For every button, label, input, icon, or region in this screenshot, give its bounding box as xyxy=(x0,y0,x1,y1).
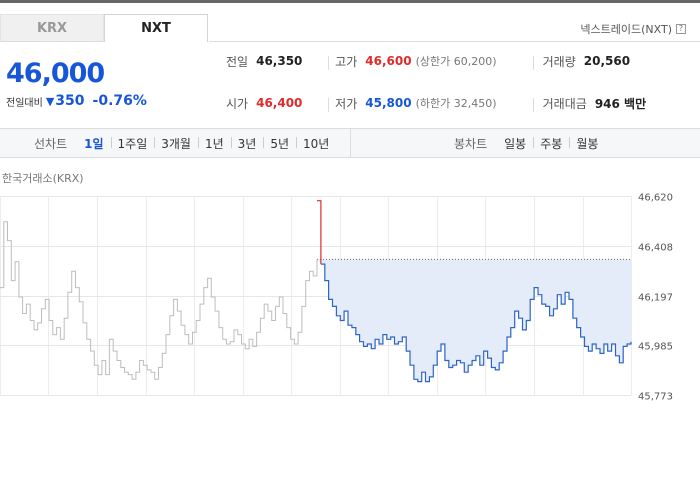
high: 고가 46,600 (상한가 60,200) xyxy=(328,53,532,70)
volume: 거래량 20,560 xyxy=(532,53,690,70)
nextrade-link[interactable]: 넥스트레이드(NXT) ? xyxy=(580,21,686,37)
change-amount: 350 xyxy=(55,93,85,109)
chart-source-label: 한국거래소(KRX) xyxy=(2,172,84,185)
upper-limit: (상한가 60,200) xyxy=(415,55,497,68)
period-10y[interactable]: 10년 xyxy=(296,135,336,152)
period-1w[interactable]: 1주일 xyxy=(110,135,155,152)
y-tick-label: 46,197 xyxy=(638,293,673,304)
trade-value-amount: 946 백만 xyxy=(594,96,647,111)
low-label: 저가 xyxy=(335,96,358,111)
low-value: 45,800 xyxy=(365,96,412,110)
prev-close-label: 전일 xyxy=(226,54,249,69)
nxt-series-up-segment xyxy=(317,200,322,265)
current-price: 46,000 xyxy=(6,58,105,89)
high-value: 46,600 xyxy=(365,54,412,68)
market-tabs: KRX NXT xyxy=(0,14,209,42)
candle-weekly[interactable]: 주봉 xyxy=(533,135,569,152)
candle-chart-periods: 봉차트 일봉 주봉 월봉 xyxy=(351,129,700,157)
tabs-divider xyxy=(209,41,700,42)
krx-series-line xyxy=(0,221,318,380)
y-tick-label: 45,773 xyxy=(638,392,673,403)
price-chart[interactable]: 46,620 46,408 46,197 45,985 45,773 xyxy=(0,190,700,405)
y-tick-label: 45,985 xyxy=(638,342,673,353)
price-chart-svg: 46,620 46,408 46,197 45,985 45,773 xyxy=(0,193,673,403)
help-icon[interactable]: ? xyxy=(676,24,686,34)
trade-value: 거래대금 946 백만 xyxy=(532,95,690,112)
volume-value: 20,560 xyxy=(583,54,631,68)
nextrade-link-label: 넥스트레이드(NXT) xyxy=(580,23,672,36)
info-row-1: 전일 46,350 고가 46,600 (상한가 60,200) 거래량 20,… xyxy=(210,51,690,71)
down-triangle-icon: ▼ xyxy=(45,94,55,108)
y-tick-label: 46,620 xyxy=(638,193,673,204)
volume-label: 거래량 xyxy=(542,54,576,69)
line-chart-periods: 선차트 1일 1주일 3개월 1년 3년 5년 10년 xyxy=(0,129,351,157)
period-1y[interactable]: 1년 xyxy=(197,135,231,152)
period-5y[interactable]: 5년 xyxy=(263,135,296,152)
prev-close-value: 46,350 xyxy=(256,54,303,68)
candle-daily[interactable]: 일봉 xyxy=(497,135,533,152)
open: 시가 46,400 xyxy=(210,95,328,112)
period-bar: 선차트 1일 1주일 3개월 1년 3년 5년 10년 봉차트 일봉 주봉 월봉 xyxy=(0,128,700,158)
open-label: 시가 xyxy=(226,96,249,111)
period-1d[interactable]: 1일 xyxy=(77,135,110,152)
low: 저가 45,800 (하한가 32,450) xyxy=(328,95,532,112)
top-border xyxy=(0,0,700,3)
high-label: 고가 xyxy=(335,54,358,69)
line-chart-title: 선차트 xyxy=(34,136,68,151)
info-row-2: 시가 46,400 저가 45,800 (하한가 32,450) 거래대금 94… xyxy=(210,93,690,113)
period-3y[interactable]: 3년 xyxy=(230,135,264,152)
open-value: 46,400 xyxy=(256,96,303,110)
period-3m[interactable]: 3개월 xyxy=(154,135,198,152)
quote-info: 전일 46,350 고가 46,600 (상한가 60,200) 거래량 20,… xyxy=(210,51,690,135)
change-label: 전일대비 xyxy=(6,97,43,109)
tab-nxt[interactable]: NXT xyxy=(104,14,208,42)
candle-chart-title: 봉차트 xyxy=(454,136,488,151)
prev-close: 전일 46,350 xyxy=(210,53,328,70)
trade-value-label: 거래대금 xyxy=(542,96,587,111)
tab-krx[interactable]: KRX xyxy=(0,14,104,42)
y-tick-label: 46,408 xyxy=(638,243,673,254)
price-change: 전일대비 ▼ 350 -0.76% xyxy=(6,93,147,109)
change-percent: -0.76% xyxy=(92,93,147,109)
lower-limit: (하한가 32,450) xyxy=(415,97,497,110)
candle-monthly[interactable]: 월봉 xyxy=(569,135,605,152)
